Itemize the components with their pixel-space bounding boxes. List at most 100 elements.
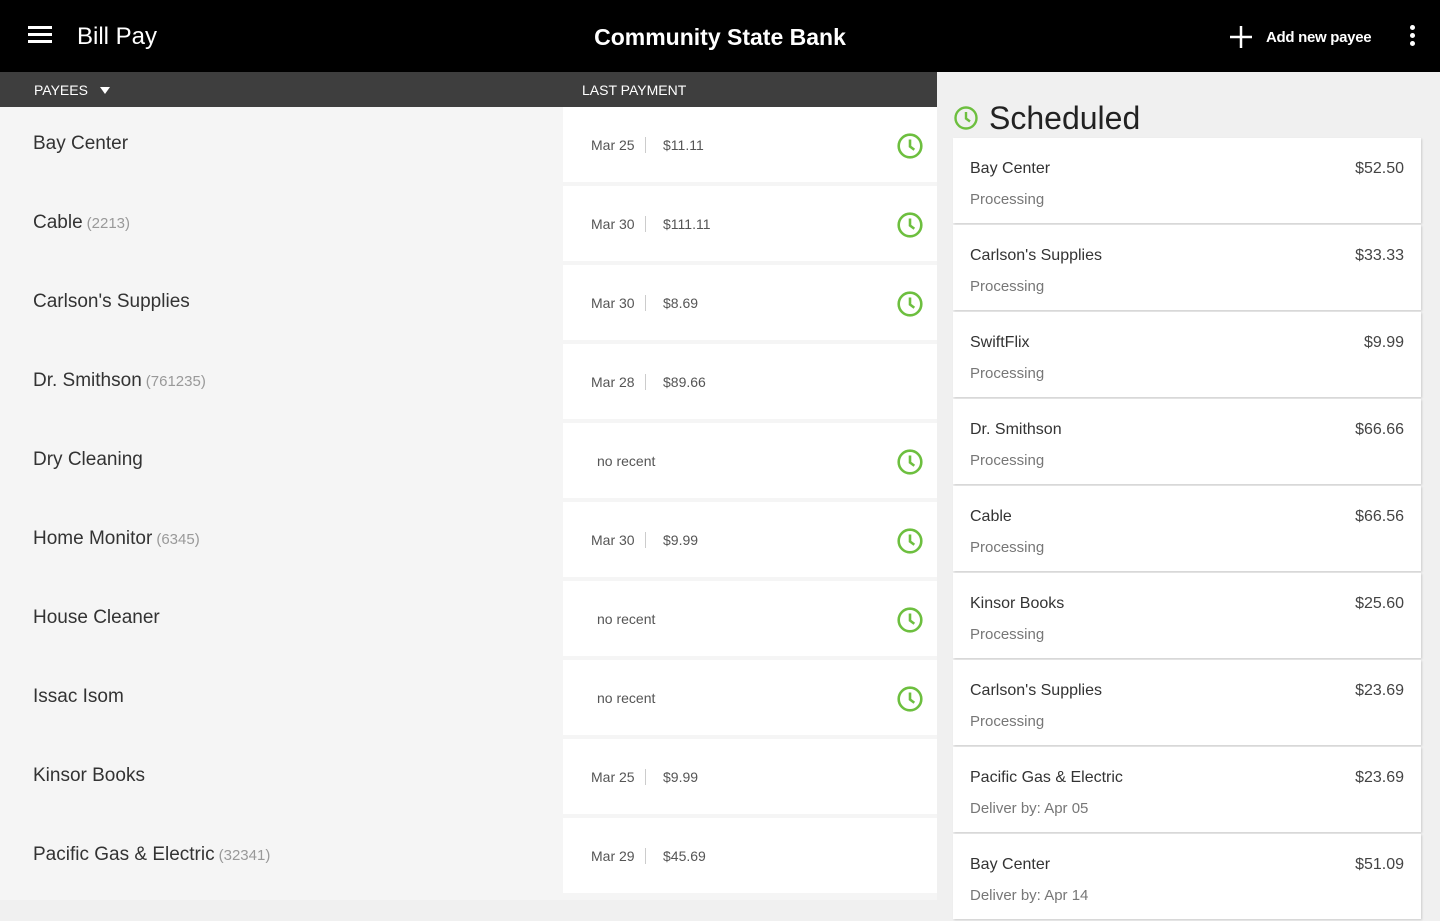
scheduled-payment-card[interactable]: Bay Center $52.50 Processing	[953, 138, 1421, 223]
payee-name-cell: Pacific Gas & Electric (32341)	[0, 818, 562, 893]
scheduled-amount: $25.60	[1355, 595, 1404, 612]
scheduled-status: Processing	[970, 278, 1045, 295]
payee-account-number: (32341)	[218, 847, 271, 864]
payee-name-cell: Carlson's Supplies	[0, 265, 562, 340]
bank-name: Community State Bank	[594, 24, 846, 50]
scheduled-payment-card[interactable]: Pacific Gas & Electric $23.69 Deliver by: …	[953, 747, 1421, 832]
clock-icon	[954, 106, 978, 130]
payee-name-text: Pacific Gas & Electric	[33, 844, 215, 865]
clock-icon[interactable]	[896, 290, 924, 318]
payee-list-header: PAYEES LAST PAYMENT	[0, 72, 937, 107]
payee-name: House Cleaner	[33, 607, 160, 629]
payee-row[interactable]: House Cleaner no recent	[0, 581, 937, 660]
clock-icon[interactable]	[896, 606, 924, 634]
payee-list-panel: PAYEES LAST PAYMENT Bay Center Mar 25 $11.…	[0, 72, 937, 900]
more-vert-icon[interactable]	[1404, 25, 1420, 49]
scheduled-payment-card[interactable]: Cable $66.56 Processing	[953, 486, 1421, 571]
scheduled-amount: $9.99	[1363, 334, 1404, 351]
payee-name-text: Carlson's Supplies	[33, 291, 190, 312]
payee-row[interactable]: Home Monitor (6345) Mar 30 $9.99	[0, 502, 937, 581]
payee-name: Home Monitor (6345)	[33, 528, 200, 550]
scheduled-list: Bay Center $52.50 Processing Carlson's Supp…	[953, 138, 1421, 921]
scheduled-payment-card[interactable]: Bay Center $51.09 Deliver by: Apr 14	[953, 834, 1421, 919]
payee-name: Cable (2213)	[33, 212, 130, 234]
payee-row[interactable]: Pacific Gas & Electric (32341) Mar 29 $45.6…	[0, 818, 937, 897]
clock-icon[interactable]	[896, 211, 924, 239]
last-payment-cell: no recent	[563, 581, 937, 656]
menu-icon[interactable]	[28, 26, 52, 46]
last-payment-cell: Mar 30 $8.69	[563, 265, 937, 340]
clock-icon[interactable]	[896, 448, 924, 476]
no-recent-text: no recent	[597, 453, 656, 469]
last-payment-amount: $45.69	[663, 848, 706, 864]
payee-row[interactable]: Bay Center Mar 25 $11.11	[0, 107, 937, 186]
payee-name-cell: Bay Center	[0, 107, 562, 182]
scheduled-payment-card[interactable]: Carlson's Supplies $23.69 Processing	[953, 660, 1421, 745]
last-payment-date: Mar 30	[591, 532, 646, 548]
clock-icon[interactable]	[896, 132, 924, 160]
payee-name-cell: House Cleaner	[0, 581, 562, 656]
scheduled-status: Processing	[970, 365, 1045, 382]
payee-row[interactable]: Kinsor Books Mar 25 $9.99	[0, 739, 937, 818]
payee-name: Kinsor Books	[33, 765, 145, 787]
scheduled-status: Deliver by: Apr 05	[970, 800, 1089, 817]
last-payment-date: Mar 30	[591, 295, 646, 311]
scheduled-payment-card[interactable]: SwiftFlix $9.99 Processing	[953, 312, 1421, 397]
payee-row[interactable]: Dry Cleaning no recent	[0, 423, 937, 502]
payee-name-text: Dry Cleaning	[33, 449, 143, 470]
scheduled-status: Processing	[970, 539, 1045, 556]
scheduled-payment-card[interactable]: Carlson's Supplies $33.33 Processing	[953, 225, 1421, 310]
last-payment-cell: Mar 28 $89.66	[563, 344, 937, 419]
app-bar: Bill Pay Community State Bank Add new pa…	[0, 0, 1440, 72]
scheduled-amount: $23.69	[1355, 769, 1404, 786]
scheduled-amount: $66.56	[1355, 508, 1404, 525]
last-payment-amount: $9.99	[663, 532, 699, 548]
payee-row[interactable]: Issac Isom no recent	[0, 660, 937, 739]
last-payment-amount: $11.11	[663, 137, 704, 153]
scheduled-payment-card[interactable]: Kinsor Books $25.60 Processing	[953, 573, 1421, 658]
payee-name-cell: Home Monitor (6345)	[0, 502, 562, 577]
payee-name-cell: Dry Cleaning	[0, 423, 562, 498]
payee-name: Bay Center	[33, 133, 128, 155]
payee-name-cell: Issac Isom	[0, 660, 562, 735]
payees-column-label: PAYEES	[34, 82, 88, 98]
payee-account-number: (6345)	[156, 531, 200, 548]
scheduled-status: Processing	[970, 713, 1045, 730]
last-payment-column-label: LAST PAYMENT	[582, 82, 687, 98]
last-payment-cell: no recent	[563, 660, 937, 735]
last-payment-cell: Mar 29 $45.69	[563, 818, 937, 893]
last-payment-date: Mar 25	[591, 769, 646, 785]
last-payment-cell: Mar 30 $9.99	[563, 502, 937, 577]
payee-row[interactable]: Dr. Smithson (761235) Mar 28 $89.66	[0, 344, 937, 423]
last-payment-cell: Mar 30 $111.11	[563, 186, 937, 261]
scheduled-amount: $33.33	[1355, 247, 1404, 264]
scheduled-panel: Scheduled Bay Center $52.50 Processing Carl…	[937, 72, 1440, 919]
scheduled-amount: $66.66	[1355, 421, 1404, 438]
payee-row[interactable]: Carlson's Supplies Mar 30 $8.69	[0, 265, 937, 344]
last-payment-date: Mar 28	[591, 374, 646, 390]
caret-down-icon	[99, 86, 110, 94]
payee-name: Carlson's Supplies	[33, 291, 190, 313]
scheduled-payee-name: Carlson's Supplies	[970, 247, 1103, 264]
payee-name: Dr. Smithson (761235)	[33, 370, 206, 392]
scheduled-payee-name: Pacific Gas & Electric	[970, 769, 1123, 786]
payees-sort-button[interactable]: PAYEES	[34, 82, 110, 98]
last-payment-date: Mar 25	[591, 137, 646, 153]
scheduled-payee-name: Carlson's Supplies	[970, 682, 1103, 699]
scheduled-payee-name: Bay Center	[970, 856, 1051, 873]
scheduled-payment-card[interactable]: Dr. Smithson $66.66 Processing	[953, 399, 1421, 484]
add-payee-label: Add new payee	[1266, 28, 1372, 46]
scheduled-status: Deliver by: Apr 14	[970, 887, 1089, 904]
scheduled-amount: $23.69	[1355, 682, 1404, 699]
scheduled-payee-name: SwiftFlix	[970, 334, 1030, 351]
last-payment-amount: $8.69	[663, 295, 699, 311]
clock-icon[interactable]	[896, 685, 924, 713]
clock-icon[interactable]	[896, 527, 924, 555]
no-recent-text: no recent	[597, 690, 656, 706]
add-payee-button[interactable]: Add new payee	[1228, 22, 1372, 52]
payee-name-text: Kinsor Books	[33, 765, 145, 786]
app-title: Bill Pay	[77, 23, 158, 50]
last-payment-cell: no recent	[563, 423, 937, 498]
payee-account-number: (2213)	[86, 215, 131, 232]
payee-row[interactable]: Cable (2213) Mar 30 $111.11	[0, 186, 937, 265]
